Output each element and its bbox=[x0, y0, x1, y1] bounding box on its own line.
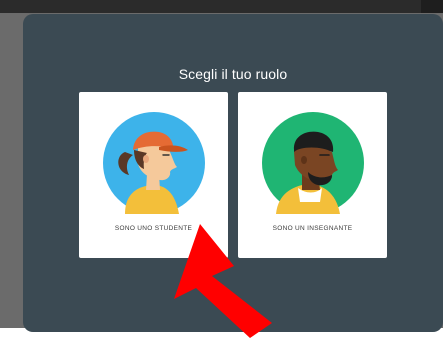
teacher-avatar-icon bbox=[262, 112, 364, 214]
student-avatar-icon bbox=[103, 112, 205, 214]
red-arrow-icon bbox=[174, 224, 272, 338]
top-bar-edge bbox=[421, 0, 443, 13]
dialog-title: Scegli il tuo ruolo bbox=[178, 66, 288, 82]
app-top-bar bbox=[0, 0, 443, 13]
